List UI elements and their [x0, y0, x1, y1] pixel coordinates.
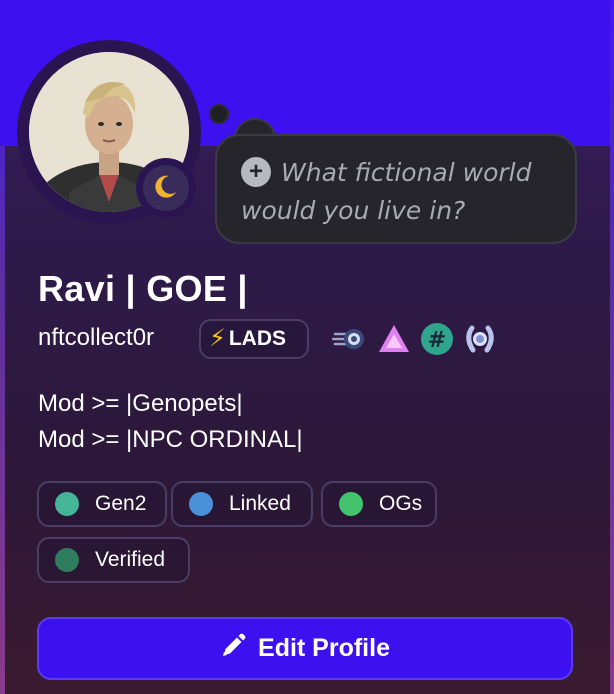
lightning-bolt-icon: ⚡	[209, 325, 226, 352]
bio: Mod >= |Genopets| Mod >= |NPC ORDINAL|	[38, 386, 303, 458]
username[interactable]: nftcollect0r	[38, 324, 154, 352]
status-indicator[interactable]	[143, 165, 189, 211]
laurel-badge-icon[interactable]	[463, 322, 497, 356]
role-pill-linked[interactable]: Linked	[171, 481, 313, 527]
role-color-dot	[55, 548, 79, 572]
crescent-moon-icon	[153, 173, 179, 204]
edit-profile-button[interactable]: Edit Profile	[37, 617, 573, 680]
bio-line: Mod >= |NPC ORDINAL|	[38, 426, 303, 453]
edit-profile-label: Edit Profile	[258, 634, 390, 662]
role-pill-ogs[interactable]: OGs	[321, 481, 437, 527]
role-pill-verified[interactable]: Verified	[37, 537, 190, 583]
role-pill-gen2[interactable]: Gen2	[37, 481, 167, 527]
profile-card: + What fictional world would you live in…	[0, 0, 614, 694]
role-label: Gen2	[95, 492, 147, 515]
role-label: OGs	[379, 492, 423, 515]
speedometer-badge-icon[interactable]	[331, 322, 366, 356]
server-tag[interactable]: ⚡ LADS	[199, 319, 309, 359]
bio-line: Mod >= |Genopets|	[38, 390, 243, 417]
role-color-dot	[189, 492, 213, 516]
display-name: Ravi | GOE |	[38, 268, 248, 309]
pencil-icon	[220, 633, 246, 664]
triangle-badge-icon[interactable]	[377, 322, 411, 356]
role-label: Linked	[229, 492, 291, 515]
hashtag-badge-icon[interactable]: #	[420, 322, 454, 356]
custom-status-prompt[interactable]: What fictional world would you live in?	[241, 154, 561, 230]
server-tag-label: LADS	[228, 327, 287, 350]
role-color-dot	[55, 492, 79, 516]
role-color-dot	[339, 492, 363, 516]
bubble-dot	[209, 104, 229, 124]
svg-text:#: #	[428, 328, 446, 353]
role-label: Verified	[95, 548, 166, 571]
